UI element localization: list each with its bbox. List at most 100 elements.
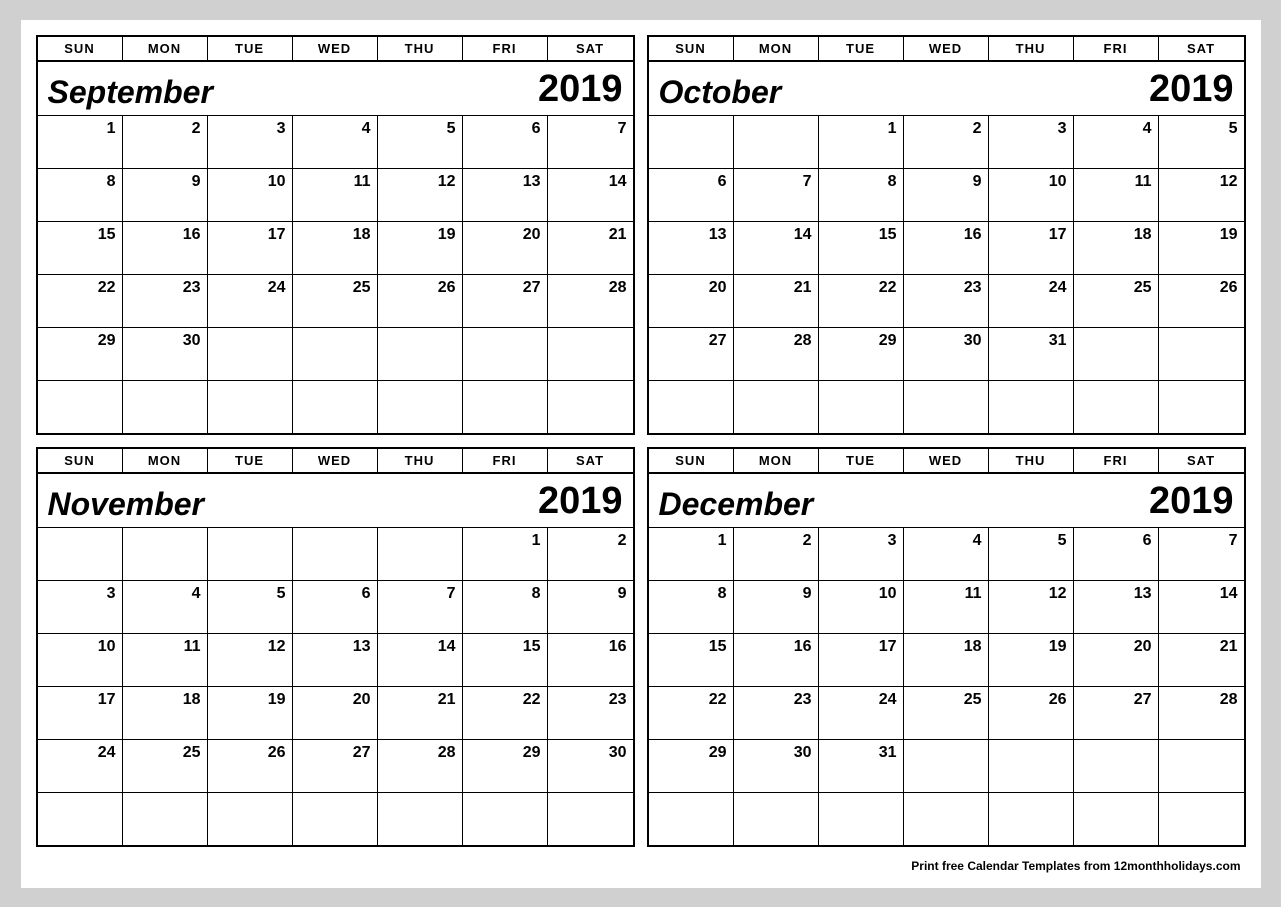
october-days-header: SUNMONTUEWEDTHUFRISAT: [649, 37, 1244, 62]
november-row-5: [38, 793, 633, 845]
november-cell-r0-c2: [208, 528, 293, 580]
september-day-sat: SAT: [548, 37, 633, 60]
october-row-1: 6789101112: [649, 169, 1244, 222]
october-cell-r5-c2: [819, 381, 904, 433]
december-cell-r3-c3: 25: [904, 687, 989, 739]
september-day-mon: MON: [123, 37, 208, 60]
october-cell-r1-c4: 10: [989, 169, 1074, 221]
september-cell-r3-c1: 23: [123, 275, 208, 327]
december-cell-r4-c3: [904, 740, 989, 792]
november-cell-r4-c4: 28: [378, 740, 463, 792]
november-cell-r5-c1: [123, 793, 208, 845]
october-cell-r1-c3: 9: [904, 169, 989, 221]
november-month-header: November2019: [38, 474, 633, 528]
december-cell-r5-c5: [1074, 793, 1159, 845]
october-cell-r4-c4: 31: [989, 328, 1074, 380]
october-year: 2019: [1149, 68, 1234, 111]
october-cell-r1-c6: 12: [1159, 169, 1244, 221]
december-days-header: SUNMONTUEWEDTHUFRISAT: [649, 449, 1244, 474]
october-cell-r4-c3: 30: [904, 328, 989, 380]
september-cell-r0-c6: 7: [548, 116, 633, 168]
september-cell-r4-c4: [378, 328, 463, 380]
october-row-4: 2728293031: [649, 328, 1244, 381]
november-cell-r0-c0: [38, 528, 123, 580]
november-row-1: 3456789: [38, 581, 633, 634]
november-cell-r2-c3: 13: [293, 634, 378, 686]
november-cell-r5-c4: [378, 793, 463, 845]
december-year: 2019: [1149, 480, 1234, 523]
december-cell-r1-c3: 11: [904, 581, 989, 633]
september-grid: 1234567891011121314151617181920212223242…: [38, 116, 633, 433]
september-cell-r0-c2: 3: [208, 116, 293, 168]
november-day-sun: SUN: [38, 449, 123, 472]
october-cell-r0-c4: 3: [989, 116, 1074, 168]
november-row-0: 12: [38, 528, 633, 581]
october-cell-r1-c2: 8: [819, 169, 904, 221]
december-cell-r2-c1: 16: [734, 634, 819, 686]
november-cell-r5-c6: [548, 793, 633, 845]
october-day-sat: SAT: [1159, 37, 1244, 60]
october-cell-r2-c6: 19: [1159, 222, 1244, 274]
november-cell-r3-c3: 20: [293, 687, 378, 739]
november-cell-r4-c5: 29: [463, 740, 548, 792]
november-cell-r3-c4: 21: [378, 687, 463, 739]
september-cell-r4-c1: 30: [123, 328, 208, 380]
october-cell-r5-c3: [904, 381, 989, 433]
september-cell-r2-c5: 20: [463, 222, 548, 274]
december-cell-r5-c3: [904, 793, 989, 845]
october-cell-r2-c3: 16: [904, 222, 989, 274]
november-day-fri: FRI: [463, 449, 548, 472]
december-cell-r0-c5: 6: [1074, 528, 1159, 580]
december-row-1: 891011121314: [649, 581, 1244, 634]
october-cell-r1-c0: 6: [649, 169, 734, 221]
november-cell-r0-c3: [293, 528, 378, 580]
page: SUNMONTUEWEDTHUFRISATSeptember2019123456…: [21, 20, 1261, 888]
october-cell-r0-c2: 1: [819, 116, 904, 168]
october-cell-r5-c4: [989, 381, 1074, 433]
november-cell-r1-c2: 5: [208, 581, 293, 633]
november-cell-r5-c5: [463, 793, 548, 845]
december-cell-r1-c4: 12: [989, 581, 1074, 633]
november-cell-r1-c1: 4: [123, 581, 208, 633]
december-cell-r0-c3: 4: [904, 528, 989, 580]
december-day-sat: SAT: [1159, 449, 1244, 472]
october-cell-r1-c5: 11: [1074, 169, 1159, 221]
november-cell-r4-c1: 25: [123, 740, 208, 792]
december-cell-r2-c6: 21: [1159, 634, 1244, 686]
calendar-october: SUNMONTUEWEDTHUFRISATOctober201912345678…: [647, 35, 1246, 435]
december-cell-r1-c6: 14: [1159, 581, 1244, 633]
november-cell-r0-c6: 2: [548, 528, 633, 580]
september-cell-r3-c3: 25: [293, 275, 378, 327]
november-cell-r2-c2: 12: [208, 634, 293, 686]
october-cell-r4-c2: 29: [819, 328, 904, 380]
december-grid: 1234567891011121314151617181920212223242…: [649, 528, 1244, 845]
october-day-thu: THU: [989, 37, 1074, 60]
october-cell-r0-c6: 5: [1159, 116, 1244, 168]
october-cell-r2-c2: 15: [819, 222, 904, 274]
september-cell-r1-c5: 13: [463, 169, 548, 221]
december-cell-r5-c0: [649, 793, 734, 845]
october-cell-r3-c6: 26: [1159, 275, 1244, 327]
september-cell-r5-c5: [463, 381, 548, 433]
september-cell-r0-c3: 4: [293, 116, 378, 168]
december-day-sun: SUN: [649, 449, 734, 472]
october-day-fri: FRI: [1074, 37, 1159, 60]
december-cell-r5-c1: [734, 793, 819, 845]
september-cell-r4-c5: [463, 328, 548, 380]
september-row-4: 2930: [38, 328, 633, 381]
september-cell-r2-c3: 18: [293, 222, 378, 274]
december-day-wed: WED: [904, 449, 989, 472]
december-cell-r4-c6: [1159, 740, 1244, 792]
october-cell-r2-c1: 14: [734, 222, 819, 274]
september-cell-r1-c3: 11: [293, 169, 378, 221]
september-cell-r5-c4: [378, 381, 463, 433]
october-row-2: 13141516171819: [649, 222, 1244, 275]
october-grid: 1234567891011121314151617181920212223242…: [649, 116, 1244, 433]
december-cell-r1-c0: 8: [649, 581, 734, 633]
september-cell-r2-c4: 19: [378, 222, 463, 274]
october-cell-r4-c1: 28: [734, 328, 819, 380]
december-cell-r4-c1: 30: [734, 740, 819, 792]
december-cell-r5-c6: [1159, 793, 1244, 845]
december-day-mon: MON: [734, 449, 819, 472]
calendar-december: SUNMONTUEWEDTHUFRISATDecember20191234567…: [647, 447, 1246, 847]
